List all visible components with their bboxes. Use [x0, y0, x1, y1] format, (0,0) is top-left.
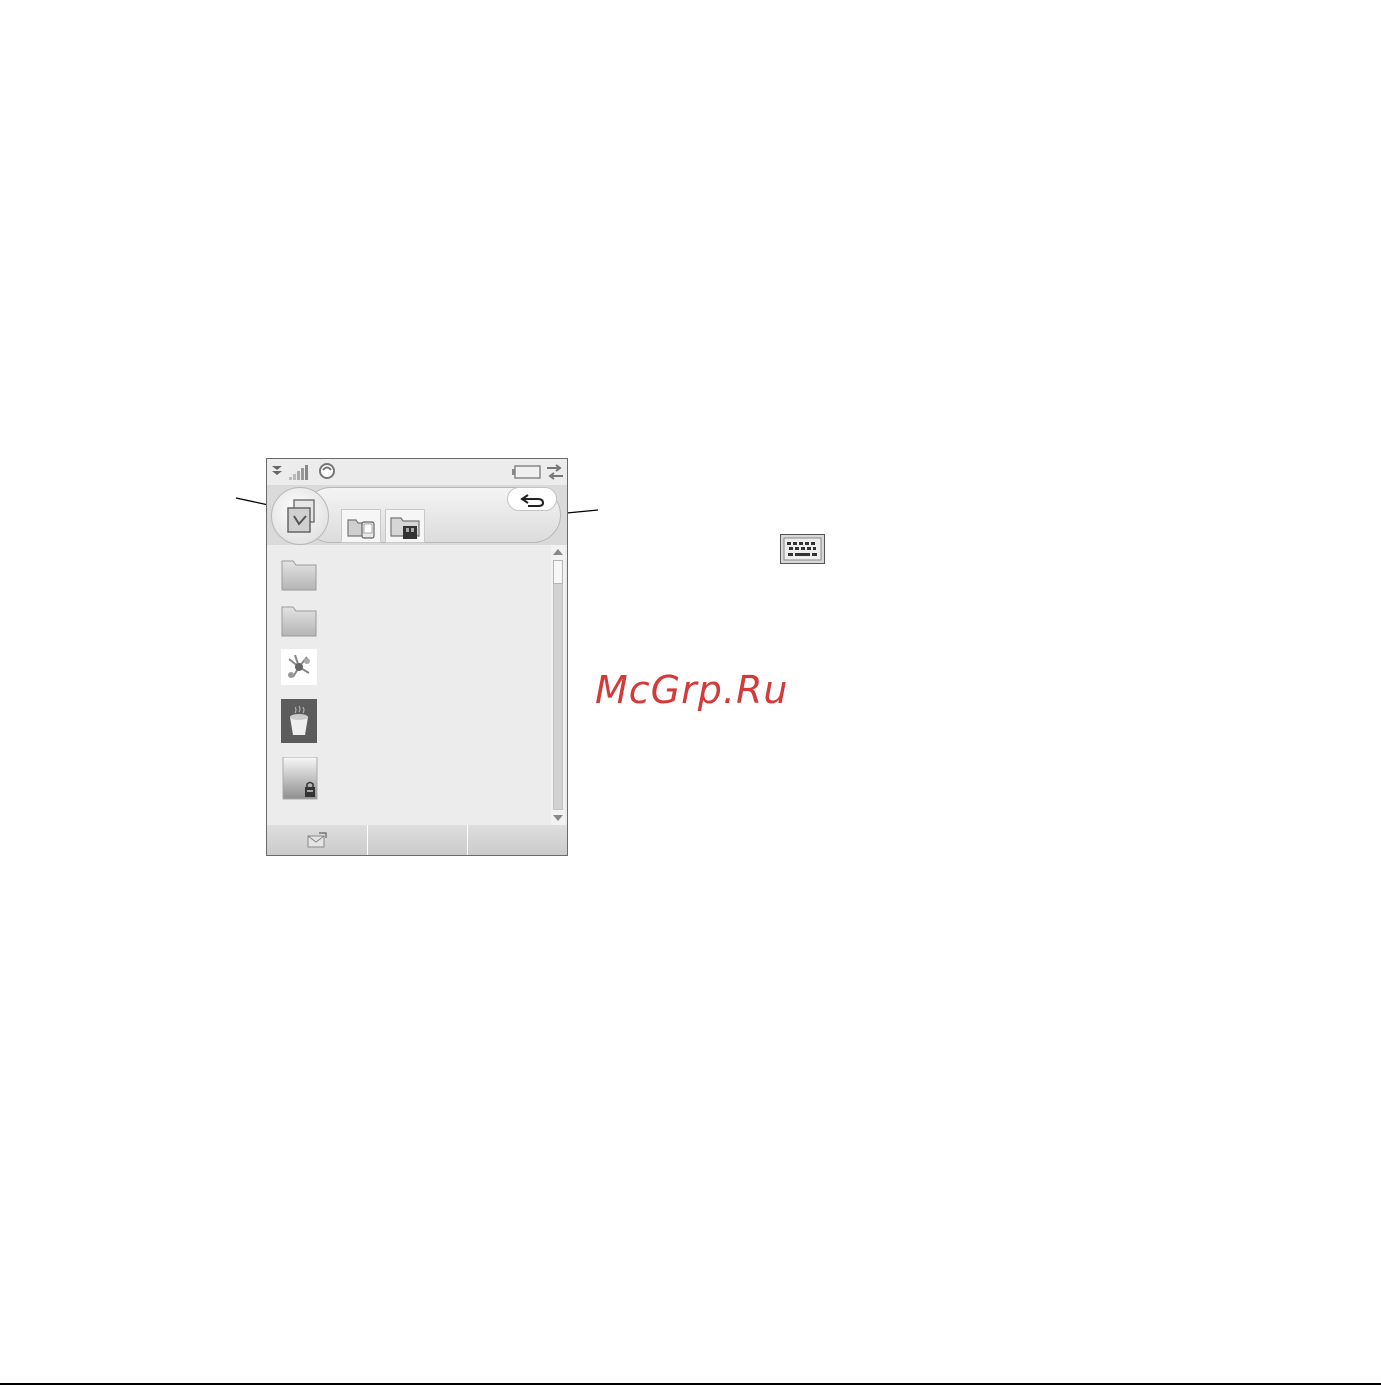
cup-thumbnail-icon [281, 699, 317, 743]
status-bar [267, 459, 567, 485]
scroll-up-icon[interactable] [552, 547, 564, 557]
scroll-down-icon[interactable] [552, 813, 564, 823]
keyboard-icon [780, 534, 825, 564]
file-manager-icon [287, 499, 315, 533]
softkey-middle[interactable] [367, 825, 467, 855]
softkey-send[interactable] [267, 825, 367, 855]
signal-strength-icon [289, 465, 308, 480]
list-item[interactable] [281, 603, 317, 639]
list-item[interactable] [281, 649, 317, 685]
scroll-thumb[interactable] [553, 560, 563, 584]
list-item[interactable] [281, 756, 318, 801]
back-button[interactable] [507, 487, 557, 511]
image-thumbnail-icon [281, 649, 317, 685]
scroll-track[interactable] [553, 560, 563, 810]
folder-icon [281, 606, 317, 637]
watermark-text: McGrp.Ru [595, 668, 789, 712]
status-indicator-icon [319, 463, 335, 479]
tab-memory-stick[interactable] [385, 509, 425, 543]
file-list [267, 545, 567, 825]
softkey-right[interactable] [467, 825, 567, 855]
phone-screen [266, 458, 568, 856]
tab-phone-memory[interactable] [341, 509, 381, 543]
app-icon-circle[interactable] [271, 487, 329, 545]
list-item[interactable] [281, 557, 317, 593]
menu-arrow-icon[interactable] [270, 464, 284, 478]
memory-stick-folder-icon [390, 517, 420, 539]
battery-icon [512, 465, 541, 479]
list-item[interactable] [281, 699, 317, 743]
folder-icon [281, 560, 317, 591]
send-icon [307, 832, 327, 848]
connectivity-icon [547, 464, 563, 480]
back-arrow-icon [520, 494, 545, 507]
locked-file-icon [282, 756, 318, 800]
phone-memory-folder-icon [347, 519, 375, 539]
